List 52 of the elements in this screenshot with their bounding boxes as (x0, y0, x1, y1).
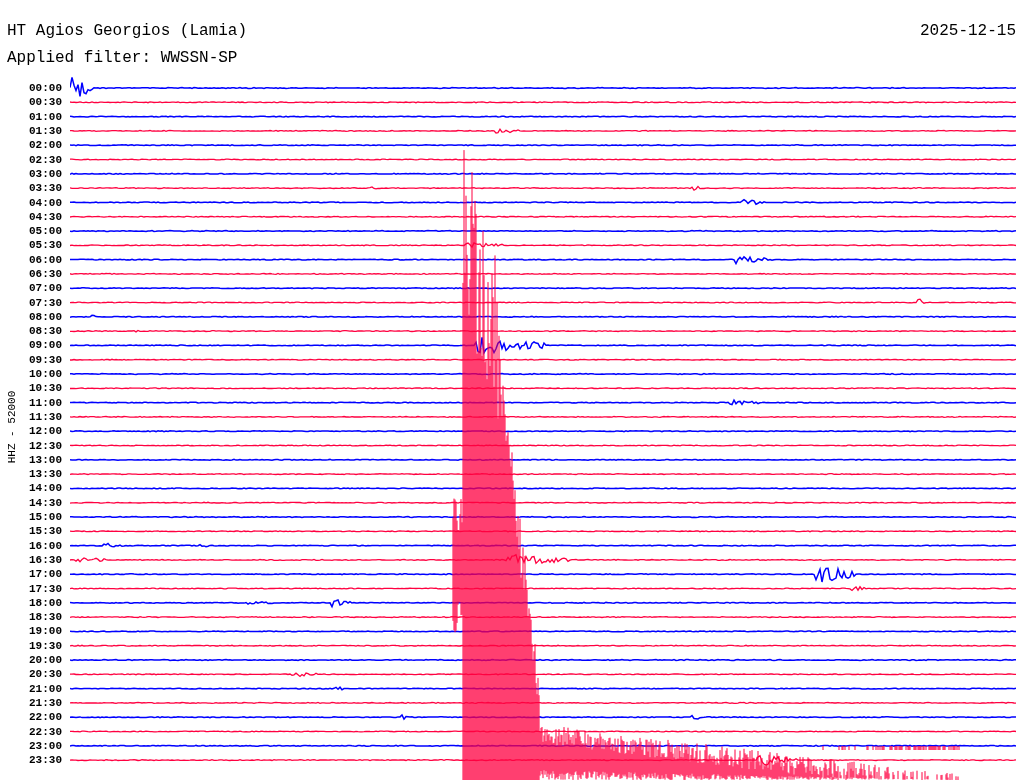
time-label: 05:00 (29, 224, 62, 239)
time-label: 09:30 (29, 352, 62, 367)
time-label: 12:30 (29, 438, 62, 453)
time-label: 23:00 (29, 738, 62, 753)
axis-label: HHZ - 52000 (6, 390, 18, 464)
time-label: 18:30 (29, 610, 62, 625)
time-label: 17:30 (29, 581, 62, 596)
time-label: 03:00 (29, 166, 62, 182)
time-label: 09:00 (29, 338, 62, 353)
time-label: 16:00 (29, 538, 62, 553)
time-label: 07:00 (29, 281, 62, 296)
time-label: 04:00 (29, 195, 62, 210)
time-label: 01:30 (29, 124, 62, 139)
time-label: 22:30 (29, 724, 62, 739)
time-label: 10:00 (29, 367, 62, 382)
time-label: 20:00 (29, 653, 62, 668)
time-label: 06:30 (29, 267, 62, 282)
time-label: 02:30 (29, 152, 62, 167)
time-label: 19:00 (29, 624, 62, 639)
time-label: 08:30 (29, 324, 62, 339)
date-label: 2025-12-15 (920, 21, 1016, 41)
time-label: 01:00 (29, 109, 62, 124)
time-label: 18:00 (29, 595, 62, 610)
time-label: 02:00 (29, 138, 62, 153)
time-label: 13:30 (29, 467, 62, 482)
time-label: 15:00 (29, 510, 62, 525)
time-label: 06:00 (29, 252, 62, 267)
time-label: 00:30 (29, 95, 62, 110)
time-label: 16:30 (29, 552, 62, 568)
time-label: 14:30 (29, 495, 62, 510)
time-label: 10:30 (29, 381, 62, 396)
time-label: 03:30 (29, 181, 62, 196)
time-label: 13:00 (29, 452, 62, 467)
time-label: 11:00 (29, 395, 62, 410)
time-label: 04:30 (29, 209, 62, 224)
time-label: 12:00 (29, 424, 62, 439)
time-label: 05:30 (29, 238, 62, 253)
time-label: 21:00 (29, 681, 62, 696)
time-label: 15:30 (29, 524, 62, 539)
filter-label: Applied filter: WWSSN-SP (7, 48, 238, 68)
time-label: 07:30 (29, 295, 62, 310)
time-label: 11:30 (29, 409, 62, 425)
time-label: 21:30 (29, 695, 62, 711)
time-label: 22:00 (29, 710, 62, 725)
time-label: 17:00 (29, 567, 62, 582)
time-label: 19:30 (29, 638, 62, 653)
time-label: 08:00 (29, 309, 62, 325)
station-title: HT Agios Georgios (Lamia) (7, 21, 248, 41)
time-label: 14:00 (29, 481, 62, 496)
time-label: 00:00 (29, 81, 62, 96)
time-label: 20:30 (29, 667, 62, 682)
time-label: 23:30 (29, 753, 62, 768)
